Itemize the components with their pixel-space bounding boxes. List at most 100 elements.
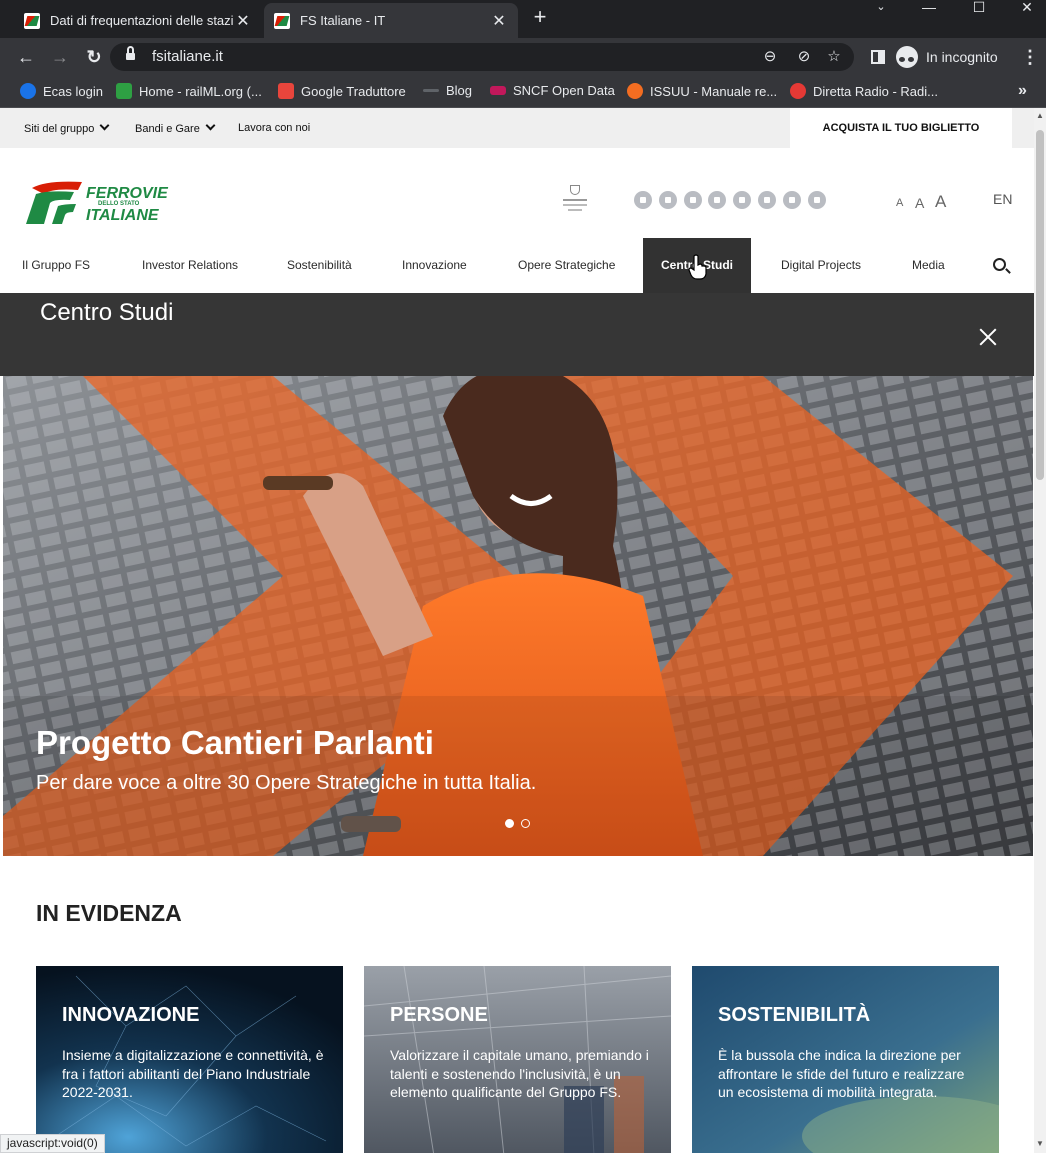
social-links [634,191,832,209]
tab-search-icon[interactable]: ⌄ [866,0,896,16]
tab-title: FS Italiane - IT [300,13,386,28]
buy-ticket-button[interactable]: ACQUISTA IL TUO BIGLIETTO [790,108,1012,148]
railml-icon [116,83,132,99]
search-icon[interactable] [993,258,1006,271]
podcast-icon[interactable] [634,191,652,209]
hero-title: Progetto Cantieri Parlanti [36,724,434,761]
card-description: Valorizzare il capitale umano, premiando… [390,1047,649,1100]
carousel-dot-2[interactable] [521,819,530,828]
scroll-down-icon[interactable]: ▼ [1034,1138,1046,1150]
scrollbar-thumb[interactable] [1036,130,1044,480]
lock-icon [126,46,135,62]
close-window-icon[interactable]: ✕ [1012,0,1042,16]
minimize-window-icon[interactable]: — [914,0,944,16]
incognito-label: In incognito [926,49,998,65]
tab-title: Dati di frequentazioni delle stazio [50,13,234,28]
group-sites-label: Siti del gruppo [24,123,95,135]
nav-item-media[interactable]: Media [912,238,945,293]
close-tab-icon[interactable]: ✕ [490,11,508,31]
sncf-icon [490,86,506,95]
tracking-protection-icon[interactable]: ⊘ [794,47,814,67]
font-size-small-button[interactable]: A [896,197,903,209]
font-size-large-button[interactable]: A [935,192,946,212]
linkedin-icon[interactable] [782,191,801,209]
tiktok-icon[interactable] [658,191,677,209]
bookmark-sncf[interactable]: SNCF Open Data [490,83,615,98]
telegram-icon[interactable] [807,191,826,209]
maximize-window-icon[interactable]: ☐ [964,0,994,16]
chevron-down-icon [205,120,216,131]
instagram-icon[interactable] [733,191,752,209]
logo-line3: ITALIANE [86,207,160,224]
side-panel-icon[interactable] [871,50,885,64]
reload-icon[interactable]: ↻ [82,45,106,69]
blog-icon [423,89,439,92]
bookmark-railml[interactable]: Home - railML.org (... [116,83,262,99]
card-description: Insieme a digitalizzazione e connettivit… [62,1047,324,1100]
fs-logo-mark-icon: FERROVIE DELLO STATO ITALIANE [26,181,169,224]
bookmark-star-icon[interactable]: ☆ [824,47,844,67]
zoom-icon[interactable]: ⊖ [760,47,780,67]
carousel-dot-1[interactable] [505,819,514,828]
close-tab-icon[interactable]: ✕ [234,11,252,31]
back-icon[interactable]: ← [14,45,38,69]
hero-subtitle: Per dare voce a oltre 30 Opere Strategic… [36,772,537,794]
spotify-icon[interactable] [683,191,702,209]
language-switch[interactable]: EN [993,191,1012,207]
main-nav: Il Gruppo FS Investor Relations Sostenib… [0,238,1034,293]
bookmark-blog[interactable]: Blog [423,83,472,98]
new-tab-button[interactable]: + [528,5,552,29]
browser-tab-active[interactable]: FS Italiane - IT ✕ [264,3,518,38]
tenders-menu[interactable]: Bandi e Gare [135,120,216,135]
bookmark-label: Google Traduttore [301,83,406,99]
page-scrollbar[interactable]: ▲ ▼ [1034,108,1046,1153]
bookmark-radio[interactable]: Diretta Radio - Radi... [790,83,938,99]
section-heading: IN EVIDENZA [36,900,182,926]
nav-item-gruppo-fs[interactable]: Il Gruppo FS [22,238,90,293]
tenders-label: Bandi e Gare [135,123,200,135]
radio-icon [790,83,806,99]
scroll-up-icon[interactable]: ▲ [1034,110,1046,122]
card-innovazione[interactable]: INNOVAZIONE Insieme a digitalizzazione e… [36,966,343,1153]
award-badge-icon[interactable] [563,185,587,215]
incognito-indicator[interactable]: In incognito [896,44,998,70]
fs-favicon-icon [274,12,290,29]
bookmark-google-translate[interactable]: Google Traduttore [278,83,406,99]
fs-logo[interactable]: FERROVIE DELLO STATO ITALIANE [24,178,184,228]
nav-item-innovazione[interactable]: Innovazione [402,238,467,293]
utility-bar: Siti del gruppo Bandi e Gare Lavora con … [0,108,1034,148]
bookmark-label: SNCF Open Data [513,83,615,98]
nav-item-opere-strategiche[interactable]: Opere Strategiche [518,238,615,293]
logo-line1: FERROVIE [86,185,169,202]
address-bar[interactable]: fsitaliane.it ⊖ ⊘ ☆ [110,43,854,71]
bookmark-ecas[interactable]: Ecas login [20,83,103,99]
careers-link[interactable]: Lavora con noi [238,122,310,134]
forward-icon[interactable]: → [48,45,72,69]
font-size-medium-button[interactable]: A [915,195,924,211]
url-text: fsitaliane.it [152,48,223,65]
nav-item-sostenibilita[interactable]: Sostenibilità [287,238,352,293]
card-persone[interactable]: PERSONE Valorizzare il capitale umano, p… [364,966,671,1153]
browser-tab[interactable]: Dati di frequentazioni delle stazio ✕ [14,3,262,38]
carousel-indicators [505,819,537,828]
youtube-icon[interactable] [757,191,776,209]
more-bookmarks-icon[interactable]: » [1018,82,1027,100]
browser-menu-icon[interactable]: ⋮ [1020,45,1040,69]
nav-item-investor-relations[interactable]: Investor Relations [142,238,238,293]
card-description: È la bussola che indica la direzione per… [718,1047,965,1100]
bookmark-label: Blog [446,83,473,98]
card-title: SOSTENIBILITÀ [718,1004,871,1026]
site-header: FERROVIE DELLO STATO ITALIANE A A A EN I [0,148,1034,293]
hero-carousel: Progetto Cantieri Parlanti Per dare voce… [3,376,1033,856]
bookmark-issuu[interactable]: ISSUU - Manuale re... [627,83,777,99]
ecas-icon [20,83,36,99]
close-icon[interactable] [976,325,1000,349]
dropdown-title: Centro Studi [40,299,174,326]
group-sites-menu[interactable]: Siti del gruppo [24,120,110,135]
bookmark-label: ISSUU - Manuale re... [650,83,778,99]
card-title: PERSONE [390,1004,488,1026]
card-sostenibilita[interactable]: SOSTENIBILITÀ È la bussola che indica la… [692,966,999,1153]
twitter-icon[interactable] [708,191,727,209]
nav-item-digital-projects[interactable]: Digital Projects [781,238,861,293]
translate-icon [278,83,294,99]
